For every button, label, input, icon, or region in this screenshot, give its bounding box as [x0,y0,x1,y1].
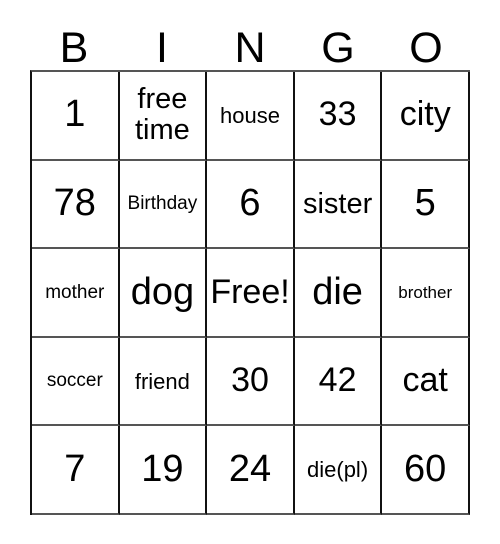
bingo-cell-o2[interactable]: 5 [382,160,470,250]
bingo-cell-label: brother [398,282,453,302]
bingo-header-letter-i: I [156,24,168,72]
bingo-header-letter-n: N [234,24,266,72]
bingo-cell-label: cat [402,361,448,400]
bingo-cell-label: 30 [231,361,269,400]
bingo-cell-label: soccer [46,370,103,392]
bingo-card: B I N G O 1 free time house 33 city 78 B… [0,0,500,544]
bingo-cell-b2[interactable]: 78 [32,160,120,250]
bingo-cell-label: die [312,270,363,313]
bingo-cell-label: 78 [53,181,96,224]
bingo-cell-label: city [399,95,451,134]
bingo-cell-i3[interactable]: dog [119,249,208,338]
bingo-header-letter-g: G [321,24,355,72]
bingo-cell-b1[interactable]: 1 [32,72,120,161]
bingo-cell-label: friend [134,368,190,394]
bingo-cell-label: 19 [141,447,184,490]
bingo-free-space-label: Free! [210,272,290,311]
bingo-cell-g1[interactable]: 33 [294,72,383,161]
bingo-cell-g4[interactable]: 42 [294,337,383,427]
bingo-header-letter-o: O [409,24,443,72]
bingo-cell-o4[interactable]: cat [382,337,470,427]
bingo-cell-label: 7 [64,447,86,490]
bingo-cell-g3[interactable]: die [294,249,383,338]
bingo-cell-b5[interactable]: 7 [32,426,120,515]
bingo-cell-i4[interactable]: friend [119,337,208,427]
bingo-cell-label: 1 [64,93,86,136]
bingo-cell-label: Birthday [127,192,198,214]
bingo-cell-label: free time [134,82,190,147]
bingo-cell-label: 24 [228,447,272,490]
bingo-cell-o1[interactable]: city [382,72,470,161]
bingo-cell-free-space[interactable]: Free! [207,249,295,338]
bingo-cell-label: mother [45,281,105,303]
bingo-cell-i2[interactable]: Birthday [119,160,208,250]
bingo-cell-n1[interactable]: house [207,72,295,161]
bingo-cell-n4[interactable]: 30 [207,337,295,427]
bingo-cell-label: sister [302,187,373,220]
bingo-cell-label: 60 [404,447,447,490]
bingo-cell-o5[interactable]: 60 [382,426,470,515]
bingo-cell-label: 42 [318,361,357,400]
bingo-cell-label: 6 [239,181,261,224]
bingo-cell-g5[interactable]: die(pl) [294,426,383,515]
bingo-cell-n5[interactable]: 24 [207,426,295,515]
bingo-cell-b4[interactable]: soccer [32,337,120,427]
bingo-cell-label: dog [130,270,195,313]
bingo-header-letter-b: B [59,24,89,72]
bingo-cell-label: 33 [318,95,357,134]
bingo-cell-label: die(pl) [307,457,369,483]
bingo-cell-b3[interactable]: mother [32,249,120,338]
bingo-cell-label: 5 [414,181,436,224]
bingo-cell-i5[interactable]: 19 [119,426,208,515]
bingo-header-row: B I N G O [30,22,470,70]
bingo-cell-o3[interactable]: brother [382,249,470,338]
bingo-cell-i1[interactable]: free time [119,72,208,161]
bingo-grid: 1 free time house 33 city 78 Birthday 6 … [30,70,470,515]
bingo-cell-label: house [220,102,280,128]
bingo-cell-g2[interactable]: sister [294,160,383,250]
bingo-cell-n2[interactable]: 6 [207,160,295,250]
